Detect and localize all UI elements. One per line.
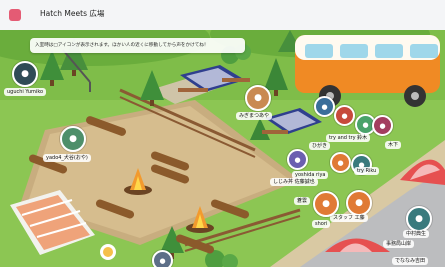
app-logo-icon	[9, 9, 21, 21]
user-avatar[interactable]: ●	[245, 85, 271, 111]
user-name-label: try and try 鈴木	[326, 134, 371, 142]
user-name-label: 中村典生	[403, 230, 430, 238]
user-avatar[interactable]: ●	[314, 96, 335, 117]
user-avatar[interactable]: ●	[287, 149, 308, 170]
user-name-label: try Riku	[354, 167, 380, 175]
user-name-label: 木下	[385, 141, 402, 149]
user-avatar[interactable]: ●	[313, 191, 339, 217]
picnic-food	[100, 244, 116, 260]
user-name-label: ひがき	[309, 142, 331, 150]
user-avatar[interactable]: ●	[12, 61, 38, 87]
page-title: Hatch Meets 広場	[40, 9, 105, 18]
user-avatar[interactable]: ●	[372, 115, 393, 136]
user-avatar[interactable]: ●	[152, 250, 173, 267]
entry-notice: 入室時は□アイコンが表示されます。ほかい人の近くに移動してから声をかけてね！	[30, 38, 245, 53]
user-avatar[interactable]: ●	[330, 152, 351, 173]
user-name-label: スタッフ 工藤	[330, 214, 368, 222]
user-name-label: しじみ丼 佐藤誠也	[270, 178, 318, 186]
user-avatar[interactable]: ●	[406, 206, 432, 232]
user-avatar[interactable]: ●	[334, 105, 355, 126]
user-avatar[interactable]: ●	[60, 126, 86, 152]
title-bar: Hatch Meets 広場	[0, 0, 445, 31]
user-name-label: yado4_犬谷(おや)	[43, 154, 91, 162]
user-name-label: uguchi Yumiko	[4, 88, 47, 96]
user-name-label: 事務局山岸	[383, 240, 415, 248]
user-name-label: shori	[312, 220, 331, 228]
user-name-label: みぎまつあや	[236, 112, 273, 120]
app-window: Hatch Meets 広場 入室時は□アイコンが表示されます。ほかい人の近くに…	[0, 0, 445, 267]
user-name-label: 蒼雲	[294, 197, 311, 205]
virtual-space-map[interactable]: 入室時は□アイコンが表示されます。ほかい人の近くに移動してから声をかけてね！ ●…	[0, 30, 445, 267]
user-name-label: でななみ吉田	[392, 257, 429, 265]
user-avatar[interactable]: ●	[346, 190, 372, 216]
